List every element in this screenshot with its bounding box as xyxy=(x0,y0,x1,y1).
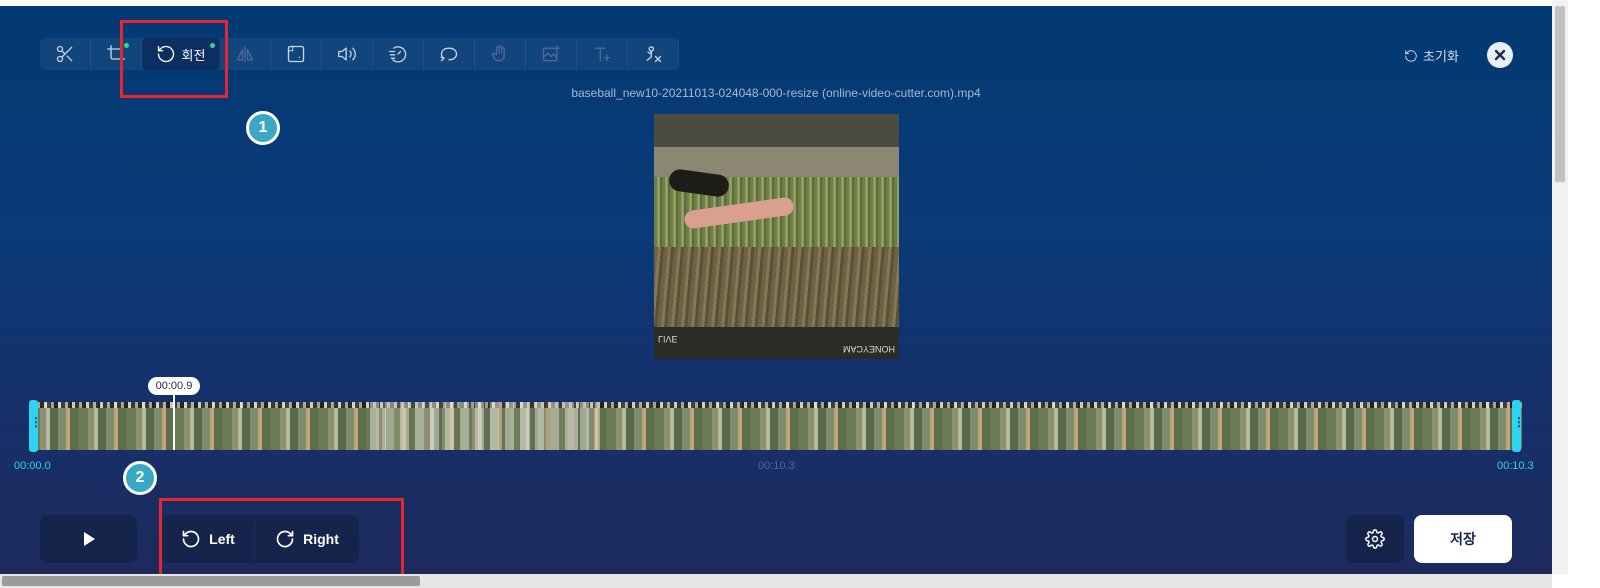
crop-icon xyxy=(107,45,126,63)
play-button[interactable] xyxy=(40,515,137,563)
crop-tool-button[interactable] xyxy=(91,38,142,70)
rotate-right-icon xyxy=(276,530,294,548)
remove-logo-tool-button[interactable] xyxy=(628,38,679,70)
loop-tool-button[interactable] xyxy=(424,38,475,70)
vertical-scrollbar[interactable] xyxy=(1552,0,1568,574)
rotate-left-label: Left xyxy=(209,531,235,547)
add-image-icon xyxy=(542,45,560,62)
speed-tool-button[interactable] xyxy=(373,38,424,70)
volume-tool-button[interactable] xyxy=(322,38,373,70)
rotate-right-button[interactable]: Right xyxy=(255,515,359,563)
scissors-icon xyxy=(56,45,73,63)
rotate-ccw-icon xyxy=(157,45,174,63)
reset-button[interactable]: 초기화 xyxy=(1404,46,1459,65)
watermark-left: LIVE xyxy=(658,334,678,344)
modified-dot xyxy=(124,43,129,48)
rotate-tool-button[interactable]: 회전 xyxy=(142,38,220,70)
stabilize-icon xyxy=(491,45,505,62)
gear-icon xyxy=(1365,529,1385,549)
file-name: baseball_new10-20211013-024048-000-resiz… xyxy=(571,86,981,100)
stabilize-tool-button[interactable] xyxy=(475,38,526,70)
volume-icon xyxy=(338,47,356,61)
timeline-thumbnails xyxy=(370,402,600,450)
scrollbar-thumb[interactable] xyxy=(1555,6,1565,182)
flip-tool-button[interactable] xyxy=(220,38,271,70)
reset-icon xyxy=(1405,49,1417,62)
rotate-left-icon xyxy=(182,530,200,548)
loop-icon xyxy=(440,47,458,62)
annotation-badge-1: 1 xyxy=(246,111,280,145)
remove-logo-icon xyxy=(646,46,662,63)
close-button[interactable] xyxy=(1487,42,1513,68)
video-frame-band xyxy=(654,114,899,147)
watermark-right: HONEYCAM xyxy=(842,344,895,354)
trim-start-handle[interactable] xyxy=(29,400,42,452)
save-button[interactable]: 저장 xyxy=(1414,515,1512,563)
timeline-strip[interactable] xyxy=(30,402,1522,450)
frame-icon xyxy=(287,45,305,63)
close-icon xyxy=(1494,49,1506,61)
end-time: 00:10.3 xyxy=(1497,460,1534,472)
reset-label: 초기화 xyxy=(1423,49,1459,64)
modified-dot xyxy=(210,43,215,48)
settings-button[interactable] xyxy=(1346,515,1404,563)
rotate-right-label: Right xyxy=(303,531,339,547)
duration-label: 00:10.3 xyxy=(758,460,795,472)
scrollbar-thumb[interactable] xyxy=(2,576,420,586)
horizontal-scrollbar[interactable] xyxy=(0,574,1552,588)
add-image-tool-button[interactable] xyxy=(526,38,577,70)
tool-bar: 회전 xyxy=(40,38,679,70)
start-time: 00:00.0 xyxy=(14,460,51,472)
flip-icon xyxy=(236,45,254,63)
play-icon xyxy=(83,532,95,546)
trim-end-handle[interactable] xyxy=(1512,400,1525,452)
add-text-icon xyxy=(594,47,611,62)
video-preview[interactable]: LIVE HONEYCAM xyxy=(654,114,899,359)
speed-icon xyxy=(389,46,407,63)
cut-tool-button[interactable] xyxy=(40,38,91,70)
playhead[interactable] xyxy=(173,394,175,450)
rotate-left-button[interactable]: Left xyxy=(162,515,254,563)
add-text-tool-button[interactable] xyxy=(577,38,628,70)
video-editor: 회전 초기화 baseball_new10-20211013-024048-00… xyxy=(0,6,1552,574)
annotation-badge-2: 2 xyxy=(123,461,157,495)
resize-tool-button[interactable] xyxy=(271,38,322,70)
playhead-time: 00:00.9 xyxy=(148,377,200,395)
video-frame-bottom xyxy=(654,327,899,359)
rotate-tool-label: 회전 xyxy=(181,47,206,63)
video-frame-water xyxy=(654,247,899,327)
